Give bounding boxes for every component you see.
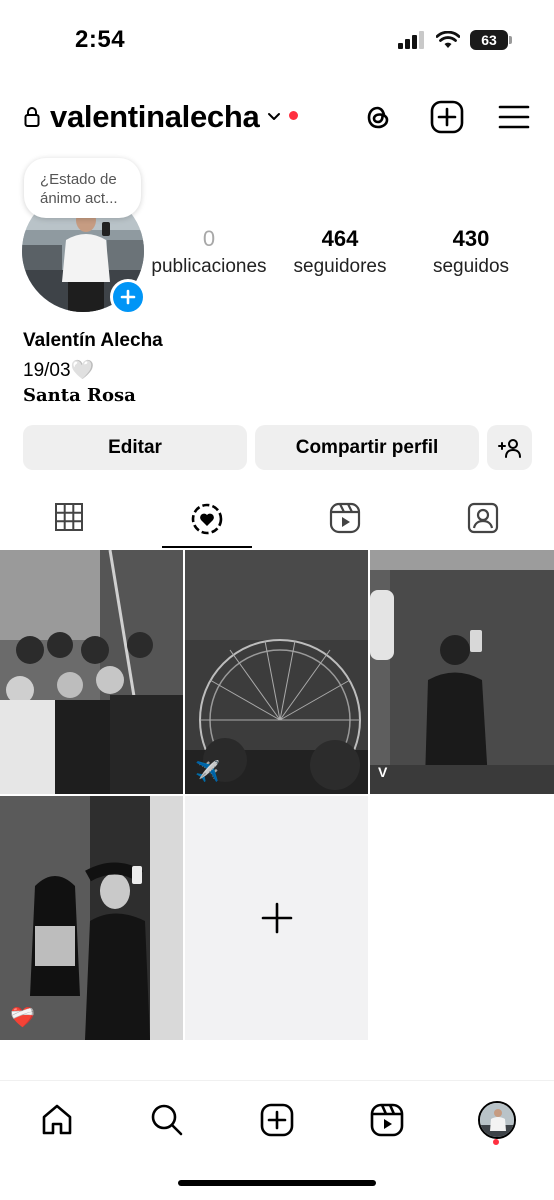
reels-icon xyxy=(329,502,361,534)
threads-icon xyxy=(367,106,389,129)
lock-icon xyxy=(24,107,40,127)
cellular-signal-icon xyxy=(398,31,424,49)
battery-indicator: 63 xyxy=(470,30,512,50)
tagged-icon xyxy=(467,502,499,534)
wifi-icon xyxy=(436,31,460,48)
share-profile-button[interactable]: Compartir perfil xyxy=(255,425,479,470)
menu-icon xyxy=(498,105,530,129)
add-post-tile[interactable] xyxy=(185,796,368,1040)
post-badge: ❤️‍🩹 xyxy=(10,1007,35,1029)
profile-tabs xyxy=(0,496,554,548)
plus-icon xyxy=(120,289,136,305)
stat-posts-label: publicaciones xyxy=(151,256,267,277)
tab-tagged[interactable] xyxy=(414,496,552,548)
status-time: 2:54 xyxy=(75,26,126,53)
edit-profile-button[interactable]: Editar xyxy=(23,425,247,470)
tab-posts-grid[interactable] xyxy=(0,496,138,548)
nav-create[interactable] xyxy=(252,1095,302,1145)
nav-home[interactable] xyxy=(32,1095,82,1145)
stat-followers[interactable]: 464 seguidores xyxy=(284,226,396,280)
grid-post-couple-photo[interactable]: ❤️‍🩹 xyxy=(0,796,183,1040)
stat-posts-value: 0 xyxy=(202,226,216,251)
username: valentinalecha xyxy=(50,99,260,134)
highlights-icon xyxy=(191,503,223,535)
chevron-down-icon xyxy=(268,113,281,120)
menu-button[interactable] xyxy=(496,99,532,135)
nav-reels[interactable] xyxy=(362,1095,412,1145)
tab-highlights[interactable] xyxy=(138,496,276,548)
grid-post-ferris-wheel[interactable]: ✈️ xyxy=(185,550,368,794)
reels-icon xyxy=(370,1103,404,1137)
notification-dot xyxy=(289,110,299,120)
grid-post-group-photo[interactable] xyxy=(0,550,183,794)
stat-followers-label: seguidores xyxy=(293,256,387,277)
bio-text: 19/03🤍 xyxy=(23,360,95,381)
note-bubble[interactable]: ¿Estado de ánimo act... xyxy=(24,158,141,218)
create-post-icon xyxy=(430,100,464,134)
display-name: Valentín Alecha xyxy=(23,330,163,351)
add-person-icon xyxy=(497,438,521,458)
profile-header: valentinalecha xyxy=(0,95,554,145)
stat-following[interactable]: 430 seguidos xyxy=(420,226,522,280)
stat-followers-value: 464 xyxy=(321,226,359,251)
active-tab-indicator xyxy=(162,546,252,548)
stat-following-value: 430 xyxy=(452,226,490,251)
stat-posts[interactable]: 0 publicaciones xyxy=(148,226,270,280)
bio-location: Santa Rosa xyxy=(23,385,136,406)
create-post-button[interactable] xyxy=(429,99,465,135)
profile-avatar-small xyxy=(478,1101,516,1139)
nav-search[interactable] xyxy=(142,1095,192,1145)
status-bar: 2:54 63 xyxy=(0,0,554,80)
home-icon xyxy=(42,1104,72,1135)
nav-profile[interactable] xyxy=(472,1095,522,1145)
threads-button[interactable] xyxy=(360,99,396,135)
home-indicator xyxy=(178,1180,376,1186)
post-badge: ✈️ xyxy=(195,761,220,783)
post-badge: V xyxy=(378,764,388,780)
search-icon xyxy=(151,1104,183,1136)
tab-reels[interactable] xyxy=(276,496,414,548)
discover-people-button[interactable] xyxy=(487,425,532,470)
status-indicators: 63 xyxy=(398,30,512,50)
stat-following-label: seguidos xyxy=(432,256,510,277)
create-icon xyxy=(260,1103,294,1137)
grid-post-mirror-selfie[interactable]: V xyxy=(370,550,554,794)
profile-notification-dot xyxy=(493,1139,499,1145)
account-switcher[interactable]: valentinalecha xyxy=(24,99,299,135)
plus-icon xyxy=(261,902,292,934)
grid-icon xyxy=(55,503,83,531)
add-story-button[interactable] xyxy=(110,279,146,315)
